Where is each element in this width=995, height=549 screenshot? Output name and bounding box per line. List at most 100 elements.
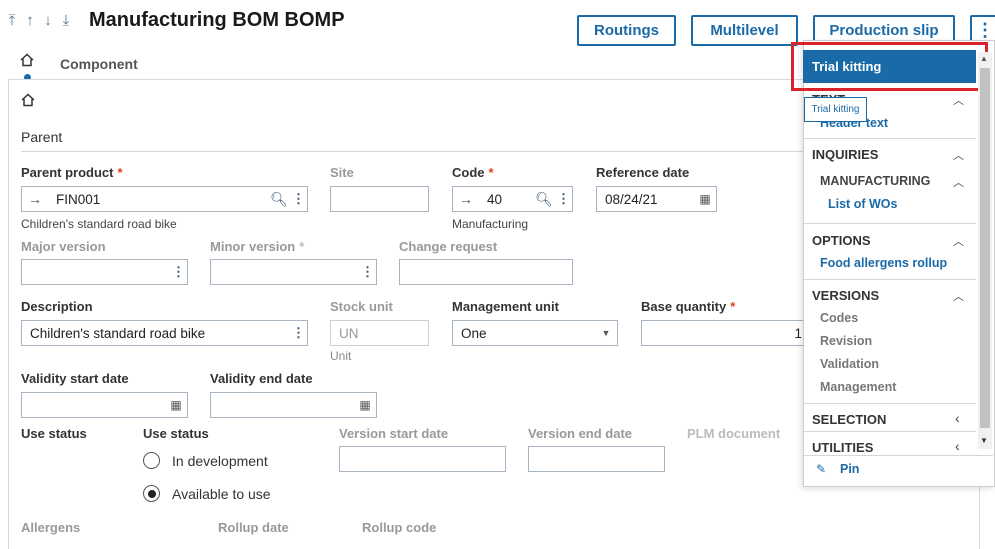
chevron-up-icon[interactable]: ︿ <box>953 92 964 108</box>
menu-section-versions[interactable]: VERSIONS <box>812 288 879 303</box>
menu-subsection-manufacturing[interactable]: MANUFACTURING <box>820 174 930 188</box>
chevron-up-icon[interactable]: ︿ <box>953 174 964 190</box>
parent-product-value[interactable]: FIN001 <box>48 192 269 207</box>
menu-pin-button[interactable]: Pin <box>840 462 859 476</box>
management-unit-select[interactable]: One ▼ <box>452 320 618 346</box>
pin-icon[interactable]: ✎ <box>816 462 826 476</box>
menu-section-inquiries[interactable]: INQUIRIES <box>812 147 878 162</box>
stock-unit-label: Stock unit <box>330 299 393 314</box>
arrow-right-icon[interactable]: → <box>22 191 48 207</box>
reference-date-field[interactable]: 08/24/21 ▦ <box>596 186 717 212</box>
parent-product-field[interactable]: → FIN001 🔍︎ ⋮ <box>21 186 308 212</box>
base-quantity-label: Base quantity * <box>641 299 736 314</box>
chevron-left-icon[interactable]: ‹ <box>955 438 960 454</box>
rollup-code-label: Rollup code <box>362 520 437 535</box>
management-unit-label: Management unit <box>452 299 559 314</box>
scroll-down-icon[interactable]: ▼ <box>980 436 988 445</box>
parent-product-description: Children's standard road bike <box>21 217 177 231</box>
version-start-field[interactable] <box>339 446 506 472</box>
menu-item-management[interactable]: Management <box>820 380 896 394</box>
validity-start-label: Validity start date <box>21 371 129 386</box>
routings-button[interactable]: Routings <box>577 15 676 46</box>
menu-divider <box>804 223 976 224</box>
change-request-label: Change request <box>399 239 498 254</box>
home-tab-icon[interactable] <box>20 53 34 70</box>
description-field[interactable]: Children's standard road bike ⋮ <box>21 320 308 346</box>
tab-component[interactable]: Component <box>60 56 138 72</box>
use-status-label: Use status <box>21 426 87 441</box>
page-title: Manufacturing BOM BOMP <box>89 9 345 31</box>
code-value[interactable]: 40 <box>479 192 534 207</box>
rollup-date-label: Rollup date <box>218 520 289 535</box>
calendar-icon[interactable]: ▦ <box>165 398 187 412</box>
multilevel-button[interactable]: Multilevel <box>691 15 798 46</box>
parent-product-label: Parent product * <box>21 165 123 180</box>
base-quantity-field[interactable]: 1 <box>641 320 807 346</box>
record-navigation: ⤒ ↑ ↓ ⤓ <box>6 12 72 29</box>
field-menu-icon[interactable]: ⋮ <box>358 264 376 280</box>
plm-document-label: PLM document <box>687 426 781 441</box>
calendar-icon[interactable]: ▦ <box>354 398 376 412</box>
dropdown-caret-icon[interactable]: ▼ <box>595 328 617 338</box>
menu-section-selection[interactable]: SELECTION <box>812 412 886 427</box>
menu-item-revision[interactable]: Revision <box>820 334 872 348</box>
chevron-up-icon[interactable]: ︿ <box>953 233 964 249</box>
stock-unit-description: Unit <box>330 349 352 363</box>
search-icon[interactable]: 🔍︎ <box>269 191 289 208</box>
stock-unit-field: UN <box>330 320 429 346</box>
tooltip: Trial kitting <box>804 97 867 122</box>
radio-button-selected-icon[interactable] <box>143 485 160 502</box>
section-home-icon[interactable] <box>21 93 35 110</box>
radio-available-to-use[interactable]: Available to use <box>143 485 271 502</box>
menu-divider <box>804 279 976 280</box>
major-version-field[interactable]: ⋮ <box>21 259 188 285</box>
highlight-annotation-box <box>791 42 988 91</box>
major-version-label: Major version <box>21 239 106 254</box>
menu-section-options[interactable]: OPTIONS <box>812 233 871 248</box>
version-end-field[interactable] <box>528 446 665 472</box>
site-field[interactable] <box>330 186 429 212</box>
section-title-parent: Parent <box>21 129 63 145</box>
next-record-icon[interactable]: ↓ <box>42 12 54 29</box>
menu-divider <box>804 431 976 432</box>
version-start-label: Version start date <box>339 426 449 441</box>
chevron-up-icon[interactable]: ︿ <box>953 147 964 163</box>
radio-button-icon[interactable] <box>143 452 160 469</box>
last-record-icon[interactable]: ⤓ <box>60 12 72 29</box>
chevron-left-icon[interactable]: ‹ <box>955 410 960 426</box>
first-record-icon[interactable]: ⤒ <box>6 12 18 29</box>
use-status-group-label: Use status <box>143 426 209 441</box>
validity-end-field[interactable]: ▦ <box>210 392 377 418</box>
menu-scrollbar-thumb[interactable] <box>980 68 990 428</box>
code-field[interactable]: → 40 🔍︎ ⋮ <box>452 186 573 212</box>
field-menu-icon[interactable]: ⋮ <box>169 264 187 280</box>
menu-divider <box>804 138 976 139</box>
required-marker: * <box>117 165 123 180</box>
field-menu-icon[interactable]: ⋮ <box>554 191 572 207</box>
calendar-icon[interactable]: ▦ <box>694 192 716 206</box>
radio-label[interactable]: Available to use <box>172 486 271 502</box>
minor-version-label: Minor version * <box>210 239 305 254</box>
chevron-up-icon[interactable]: ︿ <box>953 288 964 304</box>
radio-in-development[interactable]: In development <box>143 452 268 469</box>
section-divider <box>21 151 811 152</box>
validity-start-field[interactable]: ▦ <box>21 392 188 418</box>
menu-section-utilities[interactable]: UTILITIES <box>812 440 873 455</box>
menu-item-food-allergens-rollup[interactable]: Food allergens rollup <box>820 256 947 270</box>
arrow-right-icon[interactable]: → <box>453 191 479 207</box>
menu-item-codes[interactable]: Codes <box>820 311 858 325</box>
minor-version-field[interactable]: ⋮ <box>210 259 377 285</box>
radio-label[interactable]: In development <box>172 453 268 469</box>
previous-record-icon[interactable]: ↑ <box>24 12 36 29</box>
menu-item-list-of-wos[interactable]: List of WOs <box>828 197 897 211</box>
scroll-up-icon[interactable]: ▲ <box>980 54 988 63</box>
code-label: Code * <box>452 165 494 180</box>
validity-end-label: Validity end date <box>210 371 313 386</box>
menu-item-validation[interactable]: Validation <box>820 357 879 371</box>
search-icon[interactable]: 🔍︎ <box>534 191 554 208</box>
field-menu-icon[interactable]: ⋮ <box>289 191 307 207</box>
reference-date-label: Reference date <box>596 165 690 180</box>
version-end-label: Version end date <box>528 426 633 441</box>
change-request-field[interactable] <box>399 259 573 285</box>
field-menu-icon[interactable]: ⋮ <box>289 325 307 341</box>
